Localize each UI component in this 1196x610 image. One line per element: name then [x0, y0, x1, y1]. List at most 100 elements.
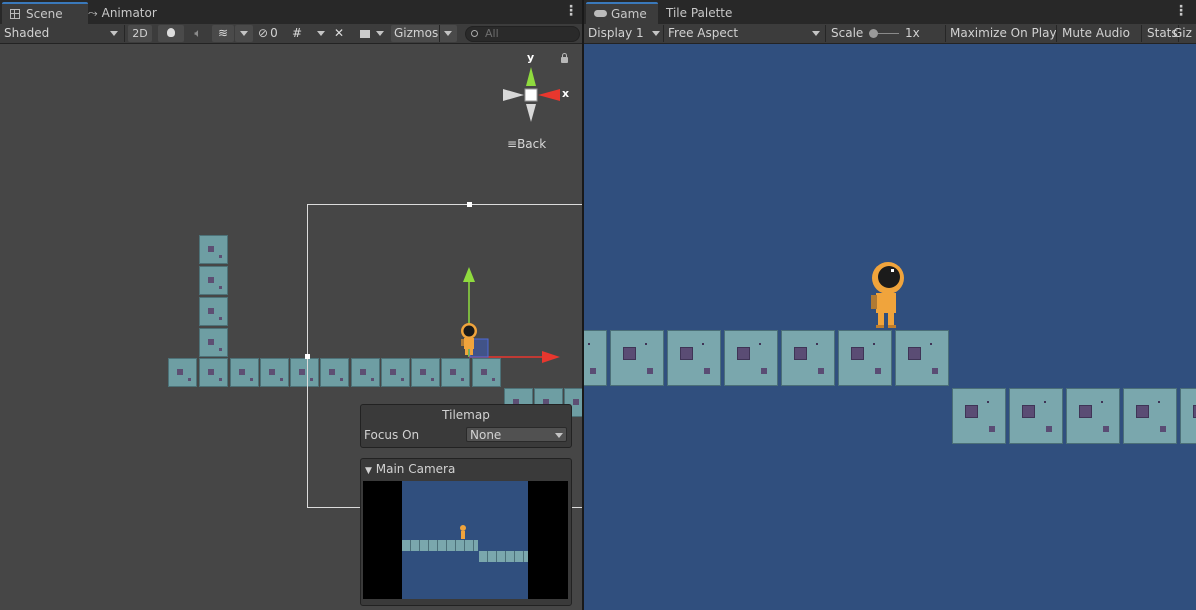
lock-shackle: [562, 53, 567, 58]
y-cone-icon: [526, 67, 536, 86]
game-viewport[interactable]: [584, 44, 1196, 610]
y-arrow-icon: [463, 267, 475, 282]
tile: [952, 388, 1006, 444]
scene-viewport[interactable]: y x ≡Back Tilemap Focus On None ▼ Main C…: [0, 44, 582, 610]
chevron-down-icon: [555, 433, 563, 438]
display-value: Display 1: [588, 26, 644, 40]
tab-game[interactable]: Game: [586, 2, 658, 24]
shading-mode-value: Shaded: [4, 26, 50, 40]
camera-preview-title: Main Camera: [375, 462, 456, 476]
x-cone-icon: [538, 89, 560, 101]
tilemap-overlay-title: Tilemap: [442, 408, 490, 422]
tile: [667, 330, 721, 386]
tile: [199, 266, 228, 295]
mute-audio-button[interactable]: Mute Audio: [1062, 25, 1130, 42]
chevron-down-icon: [444, 31, 452, 36]
tile: [584, 330, 607, 386]
tab-animator[interactable]: ⤳ Animator: [80, 2, 165, 24]
tile: [260, 358, 289, 387]
gamepad-icon: [594, 10, 607, 17]
chevron-down-icon: [317, 31, 325, 36]
camera-preview-header[interactable]: ▼ Main Camera: [365, 462, 455, 476]
effects-dropdown[interactable]: [235, 25, 253, 42]
camera-preview-render: [363, 481, 568, 599]
tile: [781, 330, 835, 386]
preview-tiles-lower: [479, 551, 528, 562]
effects-toggle-button[interactable]: ≋: [212, 25, 234, 42]
grid-snap-dropdown[interactable]: [314, 25, 328, 42]
focus-on-dropdown[interactable]: None: [466, 427, 567, 442]
tile: [230, 358, 259, 387]
player-character: [871, 262, 904, 328]
tab-scene-label: Scene: [26, 7, 63, 21]
maximize-on-play-button[interactable]: Maximize On Play: [950, 25, 1057, 42]
tools-icon: ✕: [334, 26, 345, 40]
tile: [199, 235, 228, 264]
preview-player-body: [461, 531, 465, 539]
gizmos-label: Gizmos: [394, 26, 439, 40]
search-placeholder: All: [485, 27, 499, 40]
grid-icon: [10, 9, 20, 19]
scale-slider[interactable]: [869, 25, 901, 42]
foldout-triangle-icon: ▼: [365, 466, 372, 476]
chevron-down-icon: [652, 31, 660, 36]
search-field[interactable]: All: [465, 26, 580, 42]
aspect-dropdown[interactable]: Free Aspect: [668, 25, 822, 42]
game-more-icon[interactable]: ⋮: [1174, 4, 1188, 20]
tile: [724, 330, 778, 386]
display-dropdown[interactable]: Display 1: [588, 25, 662, 42]
back-label: Back: [517, 137, 547, 151]
tilemap-overlay: Tilemap Focus On None: [360, 404, 572, 448]
game-toolbar: Display 1 Free Aspect Scale 1x Maximize …: [584, 24, 1196, 44]
tile: [199, 297, 228, 326]
camera-handle-top[interactable]: [467, 202, 472, 207]
hidden-objects-toggle[interactable]: ⊘ 0: [258, 25, 286, 42]
gizmo-x-label: x: [562, 87, 570, 100]
tile: [1009, 388, 1063, 444]
menu-icon: ≡: [507, 137, 518, 151]
chevron-down-icon: [812, 31, 820, 36]
slider-thumb[interactable]: [869, 29, 878, 38]
2d-toggle-button[interactable]: 2D: [128, 25, 152, 42]
tab-tile-palette[interactable]: Tile Palette: [658, 2, 740, 24]
scale-label: Scale: [831, 26, 864, 40]
chevron-down-icon: [110, 31, 118, 36]
tab-scene[interactable]: Scene: [2, 2, 88, 24]
camera-settings-button[interactable]: [358, 25, 386, 42]
speaker-icon: 🔈︎: [194, 26, 202, 40]
tile: [1066, 388, 1120, 444]
gizmos-dropdown[interactable]: Gizmos: [391, 25, 457, 42]
neg-x-cone-icon: [503, 89, 524, 101]
grid-snap-icon: #: [292, 26, 303, 40]
camera-handle-left[interactable]: [305, 354, 310, 359]
camera-preview-panel: ▼ Main Camera: [360, 458, 572, 606]
x-arrow-icon: [542, 351, 560, 363]
player-sprite[interactable]: [459, 321, 479, 357]
game-gizmos-button[interactable]: Giz: [1173, 25, 1192, 42]
scene-toolbar: Shaded 2D 🔈︎ ≋ ⊘ 0 # ✕ Gizmos All: [0, 24, 582, 44]
tools-button[interactable]: ✕: [334, 25, 352, 42]
tile: [1123, 388, 1177, 444]
chevron-down-icon: [240, 31, 248, 36]
orientation-gizmo[interactable]: [500, 62, 570, 126]
focus-on-label: Focus On: [364, 428, 420, 442]
center-cube-icon: [524, 88, 538, 102]
shading-mode-dropdown[interactable]: Shaded: [4, 25, 120, 42]
scale-value: 1x: [905, 26, 920, 40]
search-icon: [471, 30, 478, 37]
tile: [168, 358, 197, 387]
gizmo-y-label: y: [527, 51, 535, 64]
tab-game-label: Game: [611, 7, 647, 21]
lightbulb-icon: [167, 28, 175, 37]
eye-slash-icon: ⊘: [258, 26, 269, 40]
animator-icon: ⤳: [88, 6, 98, 20]
tile: [610, 330, 664, 386]
scene-more-icon[interactable]: ⋮: [564, 4, 578, 20]
layers-icon: ≋: [217, 26, 229, 40]
lighting-toggle-button[interactable]: [158, 25, 184, 42]
tile: [838, 330, 892, 386]
audio-toggle-button[interactable]: 🔈︎: [188, 25, 208, 42]
view-back-button[interactable]: ≡Back: [507, 137, 546, 151]
grid-snap-button[interactable]: #: [292, 25, 310, 42]
preview-tiles-upper: [402, 540, 478, 551]
